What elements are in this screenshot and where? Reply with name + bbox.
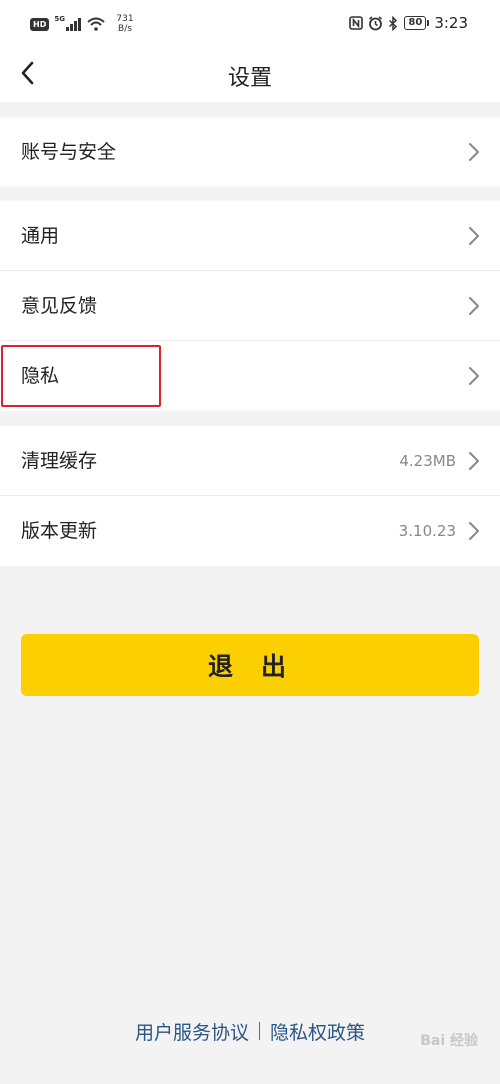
watermark: Bai 经验 <box>420 1033 478 1049</box>
chevron-right-icon <box>469 367 479 385</box>
page-title: 设置 <box>227 66 272 91</box>
privacy-highlight-box <box>1 345 161 407</box>
nfc-icon <box>349 16 364 30</box>
settings-row-feedback[interactable]: 意见反馈 <box>0 271 500 341</box>
status-bar: HD 5G 731 B/s 80 3:23 <box>0 0 500 44</box>
terms-of-service-link[interactable]: 用户服务协议 <box>135 1018 249 1045</box>
settings-group-storage: 清理缓存 4.23MB 版本更新 3.10.23 <box>0 426 500 566</box>
cache-size-value: 4.23MB <box>399 452 456 470</box>
settings-row-account-security[interactable]: 账号与安全 <box>0 117 500 187</box>
version-value: 3.10.23 <box>398 522 456 540</box>
settings-row-label: 账号与安全 <box>21 141 117 163</box>
battery-icon: 80 <box>404 16 430 30</box>
chevron-right-icon <box>469 297 479 315</box>
network-type-label: 5G <box>54 15 65 23</box>
logout-button[interactable]: 退出 <box>21 634 479 696</box>
wifi-icon <box>87 17 105 31</box>
network-speed-value: 731 <box>116 14 134 24</box>
chevron-right-icon <box>469 452 479 470</box>
settings-row-label: 清理缓存 <box>21 450 98 472</box>
bluetooth-icon <box>389 15 398 31</box>
footer-separator <box>259 1022 260 1040</box>
alarm-icon <box>369 15 383 30</box>
privacy-policy-link[interactable]: 隐私权政策 <box>270 1018 365 1045</box>
settings-row-version-update[interactable]: 版本更新 3.10.23 <box>0 496 500 566</box>
settings-row-clear-cache[interactable]: 清理缓存 4.23MB <box>0 426 500 496</box>
status-time: 3:23 <box>434 14 468 32</box>
navigation-bar: 设置 <box>0 44 500 102</box>
settings-group-account: 账号与安全 <box>0 117 500 187</box>
settings-row-label: 版本更新 <box>21 520 98 542</box>
hd-badge: HD <box>30 17 50 31</box>
signal-icon <box>65 17 82 31</box>
settings-row-label: 意见反馈 <box>21 295 98 317</box>
network-speed-unit: B/s <box>118 24 132 34</box>
chevron-right-icon <box>469 227 479 245</box>
chevron-right-icon <box>469 522 479 540</box>
status-bar-left: HD 5G 731 B/s <box>30 14 139 34</box>
settings-row-label: 通用 <box>21 225 60 247</box>
chevron-right-icon <box>469 143 479 161</box>
network-speed: 731 B/s <box>111 14 139 34</box>
status-bar-right: 80 3:23 <box>349 14 468 32</box>
settings-row-general[interactable]: 通用 <box>0 201 500 271</box>
